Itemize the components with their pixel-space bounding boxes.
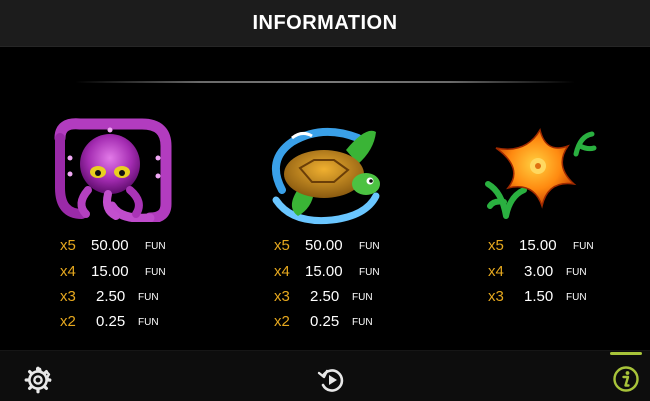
paytable-octopus: x5 50.00 FUN x4 15.00 FUN x3 2.50 FUN x2…	[60, 237, 180, 337]
currency-label: FUN	[573, 241, 594, 252]
settings-button[interactable]	[22, 366, 54, 394]
starfish-symbol-icon	[476, 126, 606, 226]
active-tab-indicator	[610, 352, 642, 355]
replay-button[interactable]	[316, 366, 348, 394]
info-icon	[612, 365, 640, 398]
currency-label: FUN	[352, 292, 373, 303]
octopus-symbol-icon	[50, 118, 174, 222]
currency-label: FUN	[566, 267, 587, 278]
currency-label: FUN	[352, 317, 373, 328]
multiplier: x4	[274, 263, 290, 280]
currency-label: FUN	[138, 317, 159, 328]
currency-label: FUN	[145, 267, 166, 278]
currency-label: FUN	[145, 241, 166, 252]
currency-label: FUN	[138, 292, 159, 303]
replay-icon	[317, 366, 347, 399]
multiplier: x4	[488, 263, 504, 280]
paytable-starfish: x5 15.00 FUN x4 3.00 FUN x3 1.50 FUN	[488, 237, 608, 317]
divider	[75, 81, 575, 83]
multiplier: x3	[488, 288, 504, 305]
multiplier: x5	[488, 237, 504, 254]
currency-label: FUN	[359, 267, 380, 278]
header-bar: INFORMATION	[0, 0, 650, 47]
payout-value: 50.00	[91, 237, 129, 254]
payout-value: 15.00	[305, 263, 343, 280]
payout-value: 0.25	[96, 313, 126, 330]
paytable-turtle: x5 50.00 FUN x4 15.00 FUN x3 2.50 FUN x2…	[274, 237, 394, 337]
currency-label: FUN	[359, 241, 380, 252]
gear-icon	[24, 366, 52, 399]
payout-value: 3.00	[524, 263, 554, 280]
multiplier: x3	[274, 288, 290, 305]
payout-value: 2.50	[96, 288, 126, 305]
payout-value: 15.00	[519, 237, 557, 254]
turtle-symbol-icon	[262, 120, 390, 228]
currency-label: FUN	[566, 292, 587, 303]
multiplier: x2	[60, 313, 76, 330]
multiplier: x4	[60, 263, 76, 280]
payout-value: 2.50	[310, 288, 340, 305]
multiplier: x2	[274, 313, 290, 330]
info-button[interactable]	[610, 364, 642, 394]
payout-value: 1.50	[524, 288, 554, 305]
payout-value: 15.00	[91, 263, 129, 280]
payout-value: 50.00	[305, 237, 343, 254]
multiplier: x5	[60, 237, 76, 254]
page-title: INFORMATION	[252, 11, 398, 34]
payout-value: 0.25	[310, 313, 340, 330]
multiplier: x5	[274, 237, 290, 254]
multiplier: x3	[60, 288, 76, 305]
